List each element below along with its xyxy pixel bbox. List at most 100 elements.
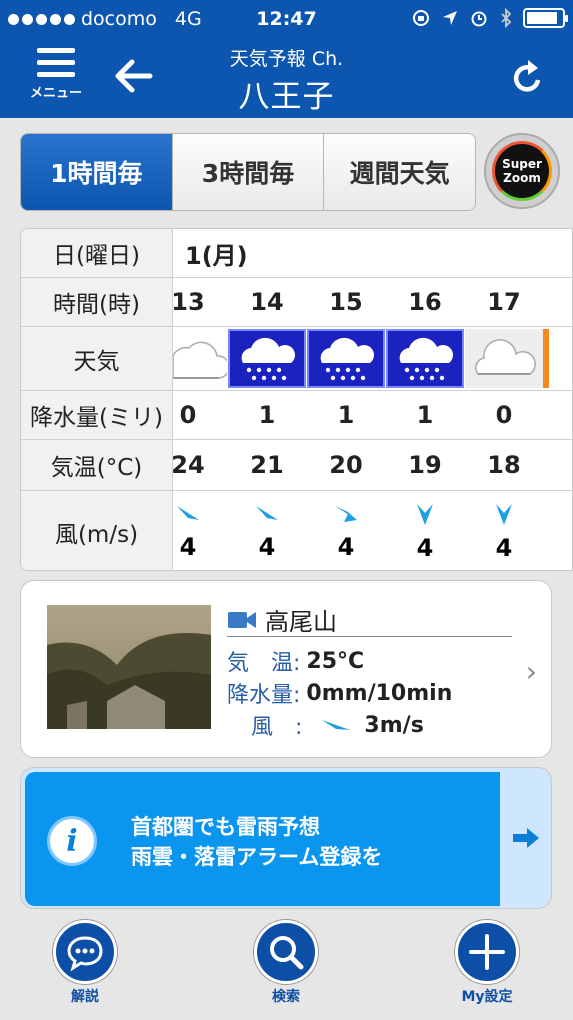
weather-cell bbox=[228, 329, 306, 388]
refresh-button[interactable] bbox=[511, 58, 545, 98]
banner-line1: 首都圏でも雷雨予想 bbox=[131, 815, 320, 839]
weather-cell bbox=[465, 329, 543, 388]
wind-cell: 4 bbox=[228, 491, 306, 570]
temp-cell: 18 bbox=[487, 451, 521, 479]
live-temp-value: 25°C bbox=[306, 648, 365, 674]
time-cell: 17 bbox=[487, 288, 521, 316]
rain-icon bbox=[399, 337, 453, 380]
weather-cell bbox=[307, 329, 385, 388]
wind-arrow-icon bbox=[256, 505, 278, 520]
wind-cell: 4 bbox=[386, 491, 464, 570]
time-cell: 16 bbox=[408, 288, 442, 316]
date-value: 1(月) bbox=[185, 241, 248, 270]
nav-search-button[interactable]: 検索 bbox=[251, 920, 321, 1006]
mountain-photo-image bbox=[47, 605, 211, 729]
live-camera-card[interactable]: 高尾山 気 温: 25°C 降水量: 0mm/10min 風 : 3m/s › bbox=[20, 580, 552, 758]
time-cell: 14 bbox=[250, 288, 284, 316]
status-bar: docomo 4G 12:47 bbox=[0, 0, 573, 40]
speech-bubble-icon bbox=[53, 920, 117, 984]
wind-row: 風(m/s) 4 4 4 4 4 bbox=[21, 491, 572, 570]
super-zoom-line1: Super bbox=[502, 157, 542, 171]
temp-row: 気温(°C) 24 21 20 19 18 bbox=[21, 440, 572, 491]
page-subtitle: 天気予報 Ch. bbox=[229, 48, 344, 70]
live-precip-label: 降水量: bbox=[227, 683, 301, 708]
weather-row: 天気 bbox=[21, 327, 572, 391]
nav-search-label: 検索 bbox=[272, 989, 300, 1005]
wind-speed: 4 bbox=[495, 534, 513, 563]
super-zoom-button[interactable]: Super Zoom bbox=[484, 133, 560, 209]
location-arrow-icon bbox=[443, 11, 457, 25]
wind-cell: 4 bbox=[307, 491, 385, 570]
weather-cell bbox=[386, 329, 464, 388]
nav-my-settings-button[interactable]: My設定 bbox=[452, 920, 522, 1006]
precip-row: 降水量(ミリ) 0 1 1 1 0 bbox=[21, 391, 572, 440]
time-cell: 15 bbox=[329, 288, 363, 316]
temp-cell: 19 bbox=[408, 451, 442, 479]
cloud-icon bbox=[475, 338, 536, 375]
temp-cell: 21 bbox=[250, 451, 284, 479]
alarm-icon bbox=[471, 11, 487, 27]
live-precip-value: 0mm/10min bbox=[306, 680, 453, 706]
live-camera-photo bbox=[47, 605, 211, 729]
wind-speed: 4 bbox=[416, 534, 434, 563]
live-temp-label: 気 温: bbox=[227, 651, 301, 676]
date-row-header: 日(曜日) bbox=[21, 229, 173, 277]
wind-cell: 4 bbox=[465, 491, 543, 570]
precip-cell: 1 bbox=[258, 401, 276, 429]
battery-icon bbox=[523, 8, 568, 28]
wind-speed: 4 bbox=[179, 533, 197, 562]
thunder-alarm-banner[interactable]: i 首都圏でも雷雨予想 雨雲・落雷アラーム登録を bbox=[20, 767, 552, 909]
page-title: 八王子 bbox=[238, 79, 335, 115]
tab-weekly[interactable]: 週間天気 bbox=[324, 134, 475, 210]
refresh-icon bbox=[513, 60, 541, 92]
time-row: 時間(時) 13 14 15 16 17 bbox=[21, 278, 572, 327]
wind-arrow-icon bbox=[177, 505, 199, 520]
temp-cell: 20 bbox=[329, 451, 363, 479]
wind-arrow-icon bbox=[496, 503, 512, 525]
precip-cell: 1 bbox=[337, 401, 355, 429]
live-wind-value: 3m/s bbox=[364, 712, 424, 738]
wind-speed: 4 bbox=[337, 533, 355, 562]
plus-icon bbox=[455, 920, 519, 984]
wind-cell: 4 bbox=[149, 491, 227, 570]
title-area: 天気予報 Ch. 八王子 bbox=[0, 44, 573, 116]
bluetooth-icon bbox=[501, 8, 512, 28]
banner-line2: 雨雲・落雷アラーム登録を bbox=[131, 845, 383, 869]
magnifier-icon bbox=[254, 920, 318, 984]
nav-commentary-button[interactable]: 解説 bbox=[50, 920, 120, 1006]
arrow-right-icon bbox=[513, 828, 539, 848]
precip-cell: 0 bbox=[179, 401, 197, 429]
info-icon: i bbox=[47, 816, 97, 866]
live-wind-label: 風 : bbox=[251, 715, 303, 740]
live-wind-row: 風 : 3m/s bbox=[251, 709, 424, 741]
temp-cell: 24 bbox=[171, 451, 205, 479]
time-cell: 13 bbox=[171, 288, 205, 316]
live-location-title: 高尾山 bbox=[227, 603, 512, 637]
rain-icon bbox=[241, 337, 295, 380]
live-temp-row: 気 温: 25°C bbox=[227, 645, 364, 677]
hourly-forecast-table: 日(曜日) 1(月) 時間(時) 13 14 15 16 17 天気 降水量(ミ… bbox=[20, 228, 573, 571]
rotation-lock-icon bbox=[413, 10, 429, 26]
nav-commentary-label: 解説 bbox=[71, 989, 99, 1005]
nav-my-settings-label: My設定 bbox=[461, 989, 513, 1005]
live-location-name: 高尾山 bbox=[265, 608, 337, 636]
wind-speed: 4 bbox=[258, 533, 276, 562]
rain-icon bbox=[320, 337, 374, 380]
super-zoom-line2: Zoom bbox=[503, 171, 541, 185]
precip-cell: 1 bbox=[416, 401, 434, 429]
live-precip-row: 降水量: 0mm/10min bbox=[227, 677, 452, 709]
date-row: 日(曜日) 1(月) bbox=[21, 229, 572, 278]
app-header: docomo 4G 12:47 メニュー 天気予報 Ch. 八王子 bbox=[0, 0, 573, 118]
interval-tabs: 1時間毎 3時間毎 週間天気 bbox=[20, 133, 476, 211]
tab-3-hourly[interactable]: 3時間毎 bbox=[172, 134, 325, 210]
video-camera-icon bbox=[228, 611, 256, 628]
wind-arrow-icon bbox=[417, 503, 433, 525]
tab-hourly[interactable]: 1時間毎 bbox=[21, 134, 173, 210]
next-weather-edge bbox=[543, 329, 549, 388]
weather-cell bbox=[173, 329, 227, 388]
status-icons bbox=[411, 8, 568, 28]
weather-row-header: 天気 bbox=[21, 327, 173, 390]
banner-body: i 首都圏でも雷雨予想 雨雲・落雷アラーム登録を bbox=[25, 772, 500, 906]
chevron-right-icon: › bbox=[525, 655, 537, 688]
wind-arrow-icon bbox=[322, 720, 351, 730]
